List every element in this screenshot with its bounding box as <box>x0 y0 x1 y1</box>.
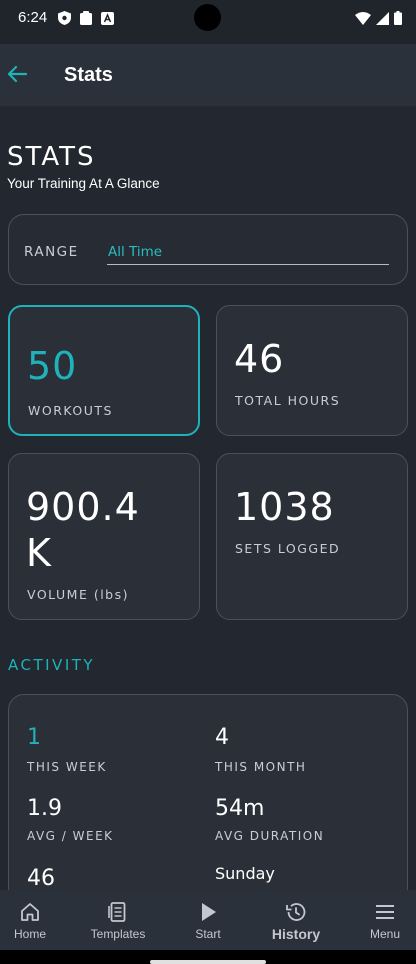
clipboard-icon <box>80 11 92 25</box>
status-time: 6:24 <box>18 9 48 26</box>
stat-card-total-hours[interactable]: 46 TOTAL HOURS <box>216 305 408 436</box>
stat-card-sets-logged[interactable]: 1038 SETS LOGGED <box>216 453 408 620</box>
activity-value-total: 46 <box>27 866 55 890</box>
nav-item-menu[interactable]: Menu <box>355 890 415 950</box>
nav-label-templates: Templates <box>90 927 146 941</box>
activity-label-this-week: THIS WEEK <box>27 760 107 774</box>
activity-value-this-week: 1 <box>27 725 41 750</box>
range-card: RANGE All Time <box>8 214 408 285</box>
gesture-area <box>0 950 416 964</box>
page-title: STATS <box>7 142 96 172</box>
stat-label-workouts: WORKOUTS <box>28 403 113 418</box>
activity-value-avg-duration: 54m <box>215 796 265 821</box>
activity-label-avg-duration: AVG DURATION <box>215 829 325 843</box>
shield-icon <box>58 11 71 25</box>
stat-label-sets-logged: SETS LOGGED <box>235 541 341 556</box>
back-arrow-icon[interactable] <box>6 63 28 85</box>
stat-label-volume: VOLUME (lbs) <box>27 587 129 602</box>
app-a-icon <box>101 11 114 25</box>
play-icon <box>202 903 216 921</box>
stat-label-total-hours: TOTAL HOURS <box>235 393 341 408</box>
activity-label-avg-week: AVG / WEEK <box>27 829 114 843</box>
activity-card: 1 THIS WEEK 4 THIS MONTH 1.9 AVG / WEEK … <box>8 694 408 890</box>
range-value: All Time <box>108 244 163 260</box>
stat-value-sets-logged: 1038 <box>234 485 335 529</box>
activity-value-this-month: 4 <box>215 725 229 750</box>
stat-value-total-hours: 46 <box>234 337 285 381</box>
nav-item-start[interactable]: Start <box>178 890 238 950</box>
range-label: RANGE <box>24 244 79 260</box>
nav-item-templates[interactable]: Templates <box>78 890 158 950</box>
app-bar: Stats <box>0 44 416 106</box>
activity-value-avg-week: 1.9 <box>27 796 62 821</box>
stat-card-volume[interactable]: 900.4 K VOLUME (lbs) <box>8 453 200 620</box>
range-select[interactable]: All Time <box>107 237 389 265</box>
nav-item-home[interactable]: Home <box>0 890 60 950</box>
status-bar: 6:24 <box>0 0 416 44</box>
activity-value-favorite-day: Sunday <box>215 864 275 883</box>
stats-content[interactable]: STATS Your Training At A Glance RANGE Al… <box>0 106 416 890</box>
wifi-icon <box>355 11 371 25</box>
battery-icon <box>394 11 402 25</box>
app-bar-title: Stats <box>64 64 113 86</box>
nav-label-menu: Menu <box>369 927 401 941</box>
nav-label-start: Start <box>195 927 221 941</box>
nav-label-history: History <box>271 926 321 942</box>
templates-icon <box>108 902 126 922</box>
camera-cutout <box>194 4 221 31</box>
home-icon <box>21 903 39 921</box>
stat-value-volume: 900.4 <box>26 485 140 529</box>
activity-section-title: ACTIVITY <box>8 656 96 674</box>
nav-label-home: Home <box>13 927 46 941</box>
activity-label-this-month: THIS MONTH <box>215 760 307 774</box>
stat-value-volume-unit: K <box>26 531 52 575</box>
page-subtitle: Your Training At A Glance <box>7 176 160 191</box>
bottom-nav: Home Templates Start History Menu <box>0 890 416 950</box>
menu-icon <box>376 905 394 919</box>
stat-card-workouts[interactable]: 50 WORKOUTS <box>8 305 200 436</box>
history-icon <box>286 903 306 921</box>
gesture-handle[interactable] <box>150 960 266 964</box>
status-icons-left <box>58 11 114 25</box>
nav-item-history[interactable]: History <box>256 890 336 950</box>
status-icons-right <box>355 11 402 25</box>
signal-icon <box>376 11 389 25</box>
stat-value-workouts: 50 <box>27 344 78 388</box>
